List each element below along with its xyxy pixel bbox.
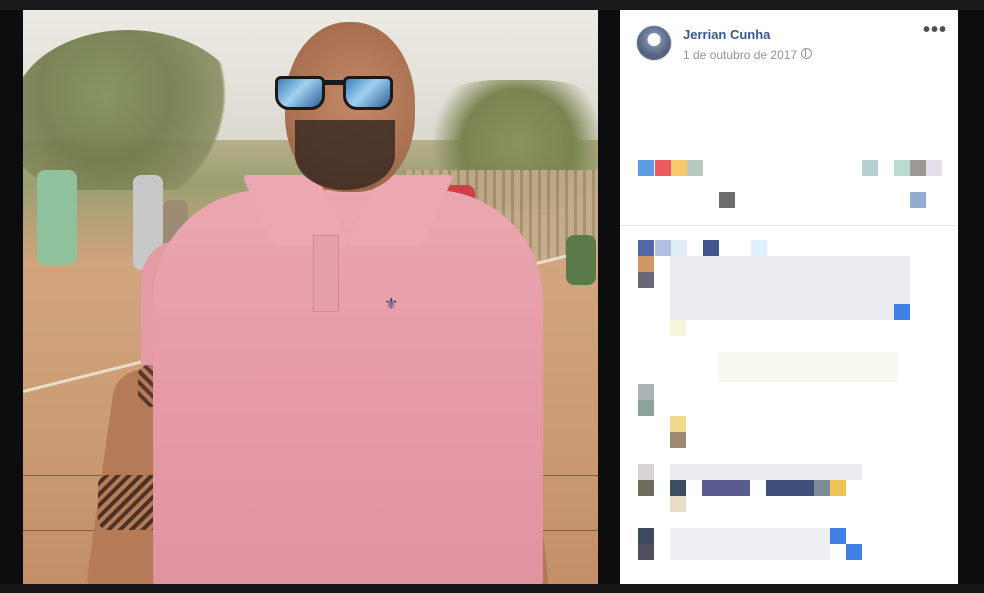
pixelated-block (638, 464, 654, 480)
pixelated-block (655, 240, 671, 256)
pixelated-block (894, 160, 910, 176)
background-person (566, 235, 596, 285)
sunglasses (275, 72, 395, 110)
pixelated-block (751, 240, 767, 256)
pixelated-block (670, 464, 862, 480)
pixelated-block (814, 480, 830, 496)
pixelated-block (638, 544, 654, 560)
post-photo[interactable]: ⚜ (23, 10, 598, 584)
viewer-top-bar (0, 0, 984, 10)
pixelated-block (670, 432, 686, 448)
fleur-de-lis-logo: ⚜ (384, 296, 399, 313)
pixelated-block (638, 256, 654, 272)
pixelated-block (926, 160, 942, 176)
pixelated-block (655, 160, 671, 176)
sunglasses-lens-left (275, 76, 325, 110)
more-options-icon[interactable]: ••• (923, 20, 947, 42)
pixelated-block (671, 160, 687, 176)
post-side-panel: Jerrian Cunha 1 de outubro de 2017 ••• (620, 10, 958, 584)
pixelated-block (910, 192, 926, 208)
pixelated-block (670, 528, 830, 560)
pixelated-block (670, 496, 686, 512)
globe-icon[interactable] (801, 48, 812, 59)
pixelated-block (638, 272, 654, 288)
pixelated-block (719, 192, 735, 208)
pixelated-block (830, 480, 846, 496)
shirt-placket (313, 235, 339, 312)
pixelated-block (638, 384, 654, 400)
comments-divider (620, 225, 958, 226)
pixelated-block (894, 304, 910, 320)
pixelated-block (718, 352, 898, 382)
pixelated-block (670, 416, 686, 432)
pixelated-block (671, 240, 687, 256)
beard (295, 120, 395, 190)
pixelated-block (638, 528, 654, 544)
viewer-bottom-bar (0, 584, 984, 593)
sunglasses-lens-right (343, 76, 393, 110)
author-name-link[interactable]: Jerrian Cunha (683, 27, 770, 42)
pixelated-block (910, 160, 926, 176)
photo-trees-left (23, 30, 243, 190)
sunglasses-bridge (323, 80, 345, 85)
pixelated-block (862, 160, 878, 176)
pink-polo-shirt (153, 190, 543, 584)
pixelated-block (766, 480, 814, 496)
pixelated-block (638, 240, 654, 256)
pixelated-block (687, 160, 703, 176)
pixelated-block (703, 240, 719, 256)
background-person (37, 170, 77, 265)
pixelated-block (702, 480, 750, 496)
pixelated-block (670, 320, 686, 336)
author-avatar[interactable] (636, 25, 672, 61)
pixelated-block (670, 256, 910, 320)
pixelated-block (638, 400, 654, 416)
pixelated-block (638, 480, 654, 496)
pixelated-block (670, 480, 686, 496)
post-date-link[interactable]: 1 de outubro de 2017 (683, 48, 797, 62)
pixelated-block (638, 160, 654, 176)
pixelated-block (830, 528, 846, 544)
pixelated-block (846, 544, 862, 560)
